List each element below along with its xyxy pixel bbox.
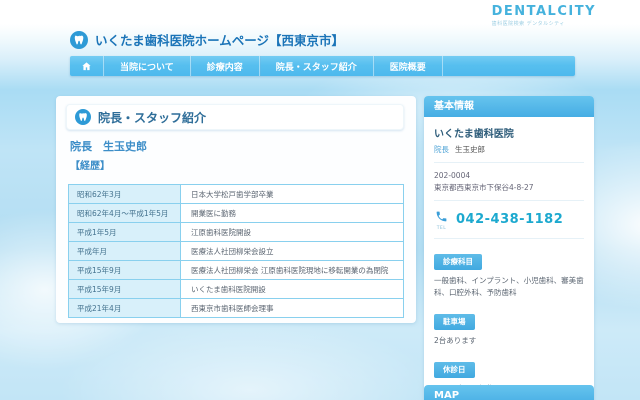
career-table-row: 平成15年9月いくたま歯科医院開設 (69, 280, 404, 299)
career-section-heading: 【経歴】 (70, 157, 110, 172)
divider (434, 200, 584, 201)
tel-label: TEL (434, 226, 449, 231)
clinic-name: いくたま歯科医院 (434, 125, 584, 140)
nav-item-1[interactable]: 診療内容 (191, 56, 260, 76)
director-heading: 院長 生玉史郎 (70, 138, 147, 154)
nav-items: 当院について診療内容院長・スタッフ紹介医院概要 (104, 56, 443, 76)
nav-home-button[interactable] (70, 56, 104, 76)
postal-code: 202-0004 (434, 170, 584, 182)
section-text: 2台あります (434, 335, 584, 347)
career-table-row: 平成21年4月西東京市歯科医師会理事 (69, 299, 404, 318)
dentalcity-logo-text: DENTALCITY (492, 4, 596, 19)
main-content-panel: 院長・スタッフ紹介 院長 生玉史郎 【経歴】 昭和62年3月日本大学松戸歯学部卒… (56, 96, 416, 323)
career-event-cell: 医療法人社団柳栄会 江原歯科医院現地に移転開業の為閉院 (181, 261, 404, 280)
nav-item-3[interactable]: 医院概要 (374, 56, 443, 76)
map-header: MAP (424, 385, 594, 400)
tooth-icon (75, 109, 91, 125)
career-table: 昭和62年3月日本大学松戸歯学部卒業昭和62年4月～平成1年5月開業医に勤務平成… (68, 184, 404, 318)
map-card: MAP (424, 385, 594, 400)
sidebar-sections: 診療科目一般歯科、インプラント、小児歯科、審美歯科、口腔外科、予防歯科駐車場 2台… (434, 249, 584, 400)
director-label: 院長 (434, 145, 449, 154)
basic-info-sidebar: 基本情報 いくたま歯科医院 院長生玉史郎 202-0004 東京都西東京市下保谷… (424, 96, 594, 400)
nav-item-0[interactable]: 当院について (104, 56, 191, 76)
home-icon (81, 61, 92, 72)
phone-icon-wrap: TEL (434, 208, 449, 231)
career-table-row: 平成年月医療法人社団柳栄会設立 (69, 242, 404, 261)
sidebar-section-1: 駐車場 2台あります (434, 309, 584, 347)
dentalcity-logo-subtitle: 歯科医院検索 デンタルシティ (492, 20, 596, 27)
tooth-icon (70, 31, 88, 49)
dentalcity-logo[interactable]: DENTALCITY 歯科医院検索 デンタルシティ (492, 4, 596, 27)
divider (434, 162, 584, 163)
nav-item-2[interactable]: 院長・スタッフ紹介 (260, 56, 374, 76)
career-event-cell: 開業医に勤務 (181, 204, 404, 223)
career-date-cell: 昭和62年3月 (69, 185, 181, 204)
phone-row[interactable]: TEL 042-438-1182 (434, 208, 584, 231)
section-text: 一般歯科、インプラント、小児歯科、審美歯科、口腔外科、予防歯科 (434, 275, 584, 299)
career-event-cell: 日本大学松戸歯学部卒業 (181, 185, 404, 204)
site-title-text: いくたま歯科医院ホームページ【西東京市】 (95, 30, 344, 49)
site-title-link[interactable]: いくたま歯科医院ホームページ【西東京市】 (70, 30, 344, 49)
sidebar-body: いくたま歯科医院 院長生玉史郎 202-0004 東京都西東京市下保谷4-8-2… (424, 117, 594, 400)
career-table-row: 平成1年5月江原歯科医院開設 (69, 223, 404, 242)
sidebar-section-0: 診療科目一般歯科、インプラント、小児歯科、審美歯科、口腔外科、予防歯科 (434, 249, 584, 299)
page-title: 院長・スタッフ紹介 (98, 109, 206, 126)
clinic-address: 東京都西東京市下保谷4-8-27 (434, 182, 584, 194)
career-event-cell: 医療法人社団柳栄会設立 (181, 242, 404, 261)
career-table-body: 昭和62年3月日本大学松戸歯学部卒業昭和62年4月～平成1年5月開業医に勤務平成… (69, 185, 404, 318)
career-date-cell: 平成年月 (69, 242, 181, 261)
career-event-cell: 江原歯科医院開設 (181, 223, 404, 242)
divider (434, 238, 584, 239)
section-badge: 駐車場 (434, 314, 475, 330)
director-name: 生玉史郎 (455, 145, 485, 154)
career-date-cell: 平成15年9月 (69, 280, 181, 299)
director-row: 院長生玉史郎 (434, 144, 584, 155)
phone-icon (435, 210, 448, 223)
sidebar-header: 基本情報 (424, 96, 594, 117)
section-badge: 診療科目 (434, 254, 482, 270)
career-date-cell: 平成15年9月 (69, 261, 181, 280)
career-event-cell: 西東京市歯科医師会理事 (181, 299, 404, 318)
phone-number: 042-438-1182 (456, 212, 563, 227)
career-date-cell: 平成21年4月 (69, 299, 181, 318)
career-date-cell: 昭和62年4月～平成1年5月 (69, 204, 181, 223)
section-badge: 休診日 (434, 362, 475, 378)
page-title-bar: 院長・スタッフ紹介 (66, 104, 404, 130)
career-table-row: 昭和62年3月日本大学松戸歯学部卒業 (69, 185, 404, 204)
career-date-cell: 平成1年5月 (69, 223, 181, 242)
cloud-shape (60, 320, 440, 400)
career-table-row: 昭和62年4月～平成1年5月開業医に勤務 (69, 204, 404, 223)
career-event-cell: いくたま歯科医院開設 (181, 280, 404, 299)
career-table-row: 平成15年9月医療法人社団柳栄会 江原歯科医院現地に移転開業の為閉院 (69, 261, 404, 280)
main-nav: 当院について診療内容院長・スタッフ紹介医院概要 (70, 56, 575, 76)
